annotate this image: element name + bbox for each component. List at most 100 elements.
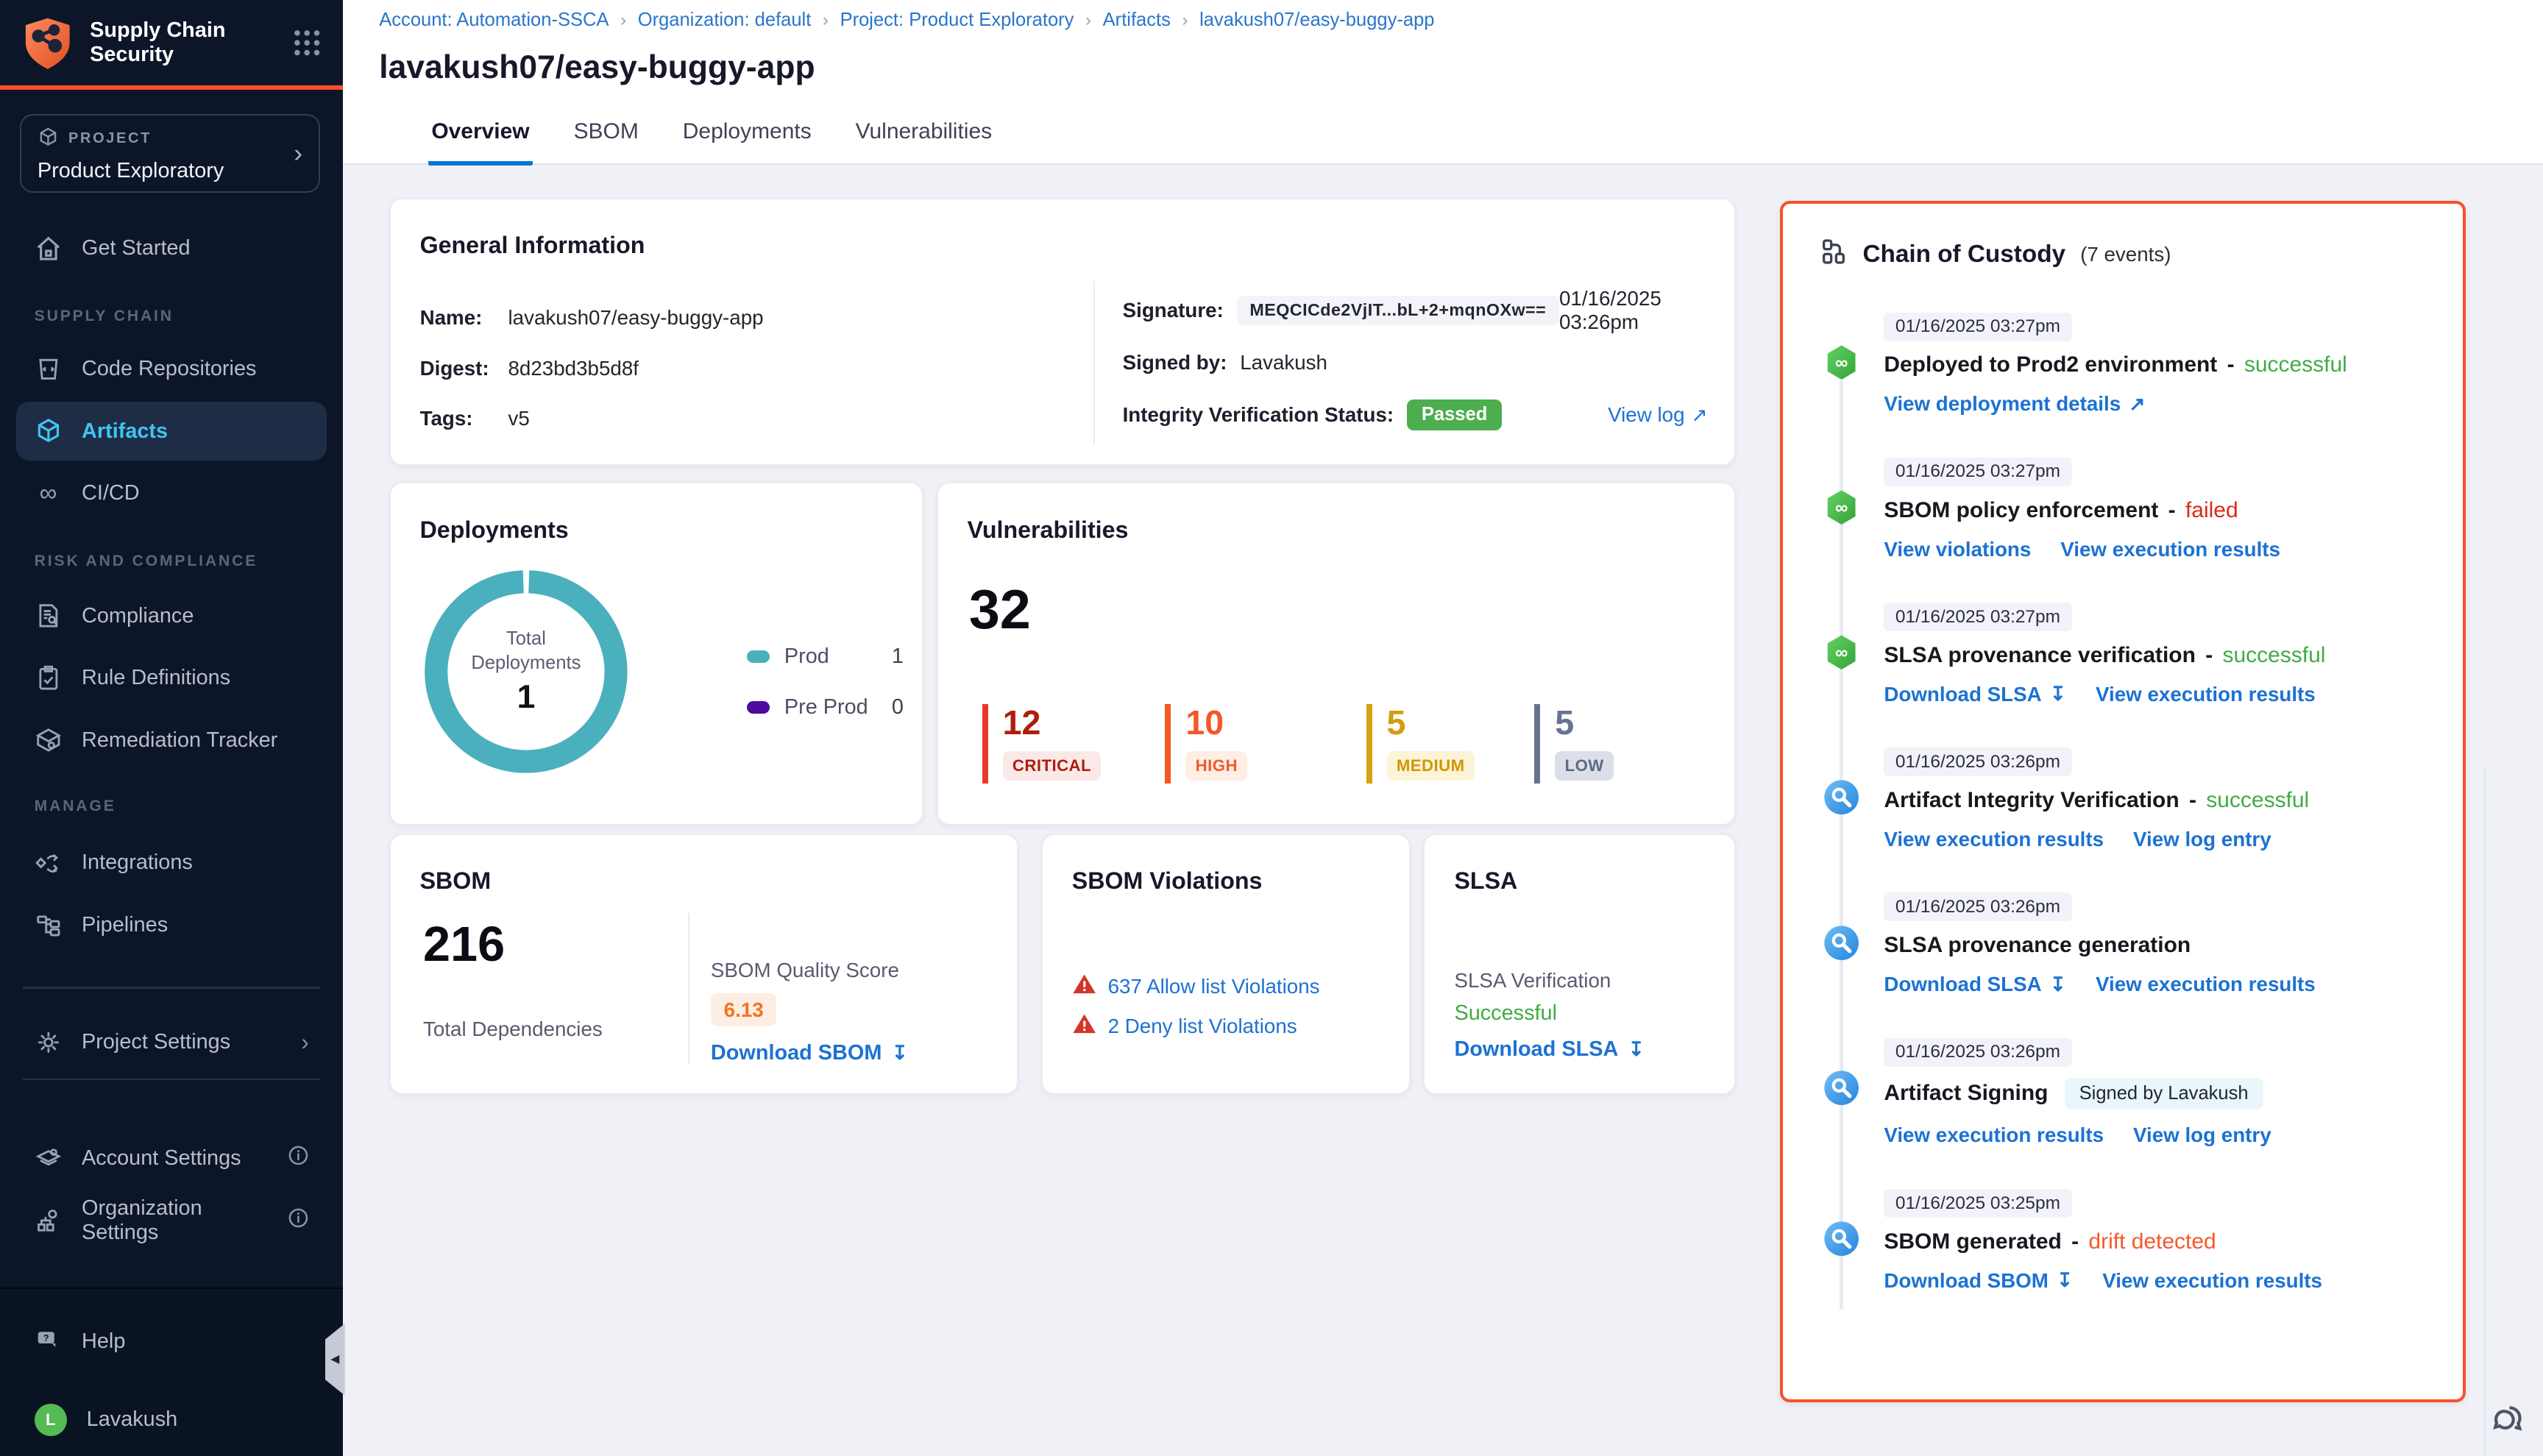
donut-center-label: Total Deployments <box>461 627 592 675</box>
breadcrumb-separator: › <box>823 10 829 31</box>
pipeline-hexagon-icon: ∞ <box>1822 343 1861 382</box>
signature-value: MEQCICde2VjIT...bL+2+mqnOXw== <box>1237 296 1559 325</box>
page-header: Account: Automation-SSCA › Organization:… <box>343 0 2542 165</box>
event-timestamp: 01/16/2025 03:26pm <box>1884 1038 2071 1067</box>
allow-list-violations-link[interactable]: 637 Allow list Violations <box>1108 975 1320 998</box>
medium-badge: MEDIUM <box>1387 751 1475 780</box>
sidebar-item-integrations[interactable]: Integrations <box>16 834 327 892</box>
app-window: Supply Chain Security PROJECT Product Ex… <box>0 0 2543 1456</box>
tab-deployments[interactable]: Deployments <box>679 107 815 166</box>
view-violations-link[interactable]: View violations <box>1884 538 2031 561</box>
deny-list-violations-link[interactable]: 2 Deny list Violations <box>1108 1015 1297 1038</box>
download-icon: ↧ <box>2050 975 2066 995</box>
integrity-status-label: Integrity Verification Status: <box>1123 403 1394 427</box>
view-deployment-details-link[interactable]: View deployment details↗ <box>1884 392 2145 416</box>
high-count: 10 <box>1185 706 1247 740</box>
user-menu[interactable]: L Lavakush <box>16 1391 327 1449</box>
svg-text:?: ? <box>43 1333 49 1343</box>
breadcrumb-project[interactable]: Project: Product Exploratory <box>840 10 1074 31</box>
view-execution-results-link[interactable]: View execution results <box>2096 683 2316 706</box>
view-execution-results-link[interactable]: View execution results <box>2060 538 2280 561</box>
download-sbom-link[interactable]: Download SBOM↧ <box>711 1041 908 1065</box>
view-execution-results-link[interactable]: View execution results <box>1884 1123 2104 1147</box>
artifact-name-value: lavakush07/easy-buggy-app <box>508 306 763 330</box>
deployments-donut-chart: Total Deployments 1 <box>423 569 629 775</box>
tab-sbom[interactable]: SBOM <box>570 107 642 166</box>
legend-label: Prod <box>784 644 829 669</box>
infinity-icon: ∞ <box>35 480 63 508</box>
tab-vulnerabilities[interactable]: Vulnerabilities <box>852 107 995 166</box>
sidebar-item-organization-settings[interactable]: Organization Settings <box>16 1191 327 1250</box>
breadcrumb-artifacts[interactable]: Artifacts <box>1103 10 1171 31</box>
sidebar-item-remediation-tracker[interactable]: Remediation Tracker <box>16 711 327 770</box>
download-slsa-link[interactable]: Download SLSA↧ <box>1454 1037 1645 1062</box>
app-title: Supply Chain Security <box>90 18 276 67</box>
total-dependencies-label: Total Dependencies <box>423 1018 603 1041</box>
sbom-quality-score-value: 6.13 <box>711 993 777 1026</box>
artifacts-cube-icon <box>35 417 63 445</box>
view-log-entry-link[interactable]: View log entry <box>2133 828 2271 851</box>
sidebar-item-label: Help <box>82 1329 125 1354</box>
event-timestamp: 01/16/2025 03:26pm <box>1884 892 2071 921</box>
sidebar-item-project-settings[interactable]: Project Settings › <box>16 1013 327 1072</box>
event-status: successful <box>2244 352 2347 377</box>
legend-value: 1 <box>892 644 904 669</box>
main-content: Account: Automation-SSCA › Organization:… <box>343 0 2542 1456</box>
total-deployments-value: 1 <box>517 679 536 716</box>
sidebar: Supply Chain Security PROJECT Product Ex… <box>0 0 343 1456</box>
sidebar-item-artifacts[interactable]: Artifacts <box>16 402 327 461</box>
section-label-manage: MANAGE <box>35 798 116 815</box>
sidebar-item-help[interactable]: ? Help <box>16 1312 327 1371</box>
view-execution-results-link[interactable]: View execution results <box>2102 1269 2322 1293</box>
sidebar-item-account-settings[interactable]: Account Settings <box>16 1129 327 1188</box>
view-execution-results-link[interactable]: View execution results <box>2096 973 2316 996</box>
name-label: Name: <box>420 306 508 330</box>
sidebar-item-code-repositories[interactable]: Code Repositories <box>16 340 327 399</box>
support-chat-icon[interactable] <box>2491 1397 2533 1440</box>
view-log-entry-link[interactable]: View log entry <box>2133 1123 2271 1147</box>
sidebar-item-cicd[interactable]: ∞ CI/CD <box>16 464 327 523</box>
tags-label: Tags: <box>420 407 508 430</box>
sidebar-item-get-started[interactable]: Get Started <box>16 219 327 278</box>
pipelines-icon <box>35 911 63 939</box>
sidebar-item-label: Artifacts <box>82 419 168 444</box>
card-title: SBOM Violations <box>1072 867 1263 895</box>
project-selector-name: Product Exploratory <box>38 159 294 183</box>
breadcrumb-organization[interactable]: Organization: default <box>638 10 812 31</box>
sidebar-item-label: Rule Definitions <box>82 666 230 690</box>
info-icon <box>288 1207 309 1235</box>
download-slsa-link[interactable]: Download SLSA↧ <box>1884 683 2066 706</box>
info-icon <box>288 1145 309 1172</box>
code-repository-icon <box>35 355 63 383</box>
sidebar-item-compliance[interactable]: Compliance <box>16 586 327 645</box>
project-selector[interactable]: PROJECT Product Exploratory › <box>20 114 321 193</box>
download-slsa-link[interactable]: Download SLSA↧ <box>1884 973 2066 996</box>
sidebar-item-label: CI/CD <box>82 481 140 505</box>
event-timestamp: 01/16/2025 03:26pm <box>1884 747 2071 776</box>
tab-overview[interactable]: Overview <box>428 107 533 166</box>
event-title: SBOM generated <box>1884 1229 2061 1254</box>
view-log-link[interactable]: View log↗ <box>1608 403 1708 427</box>
organization-icon <box>35 1207 63 1235</box>
breadcrumb-account[interactable]: Account: Automation-SSCA <box>379 10 609 31</box>
breadcrumb-artifact-name[interactable]: lavakush07/easy-buggy-app <box>1199 10 1434 31</box>
event-timestamp: 01/16/2025 03:27pm <box>1884 603 2071 631</box>
signed-by-value: Lavakush <box>1240 351 1327 374</box>
sidebar-item-label: Integrations <box>82 850 193 875</box>
account-layers-icon <box>35 1145 63 1173</box>
page-title: lavakush07/easy-buggy-app <box>379 49 815 86</box>
custody-event-sbom-generated: 01/16/2025 03:25pm SBOM generated-drift … <box>1822 1185 2437 1293</box>
download-sbom-link[interactable]: Download SBOM↧ <box>1884 1269 2073 1293</box>
project-cube-icon <box>38 124 59 154</box>
custody-event-slsa-provenance-generation: 01/16/2025 03:26pm SLSA provenance gener… <box>1822 889 2437 996</box>
legend-item-pre-prod: Pre Prod 0 <box>747 691 904 723</box>
sidebar-item-rule-definitions[interactable]: Rule Definitions <box>16 649 327 708</box>
module-grid-icon[interactable] <box>291 26 323 59</box>
view-execution-results-link[interactable]: View execution results <box>1884 828 2104 851</box>
allow-list-violations-row: 637 Allow list Violations <box>1072 972 1320 1001</box>
download-icon: ↧ <box>1628 1040 1645 1059</box>
integrity-status-badge: Passed <box>1407 399 1502 430</box>
sidebar-item-pipelines[interactable]: Pipelines <box>16 895 327 954</box>
general-information-card: General Information Name:lavakush07/easy… <box>389 198 1736 466</box>
chain-of-custody-panel: Chain of Custody (7 events) ∞ 01/16/2025… <box>1780 201 2466 1402</box>
